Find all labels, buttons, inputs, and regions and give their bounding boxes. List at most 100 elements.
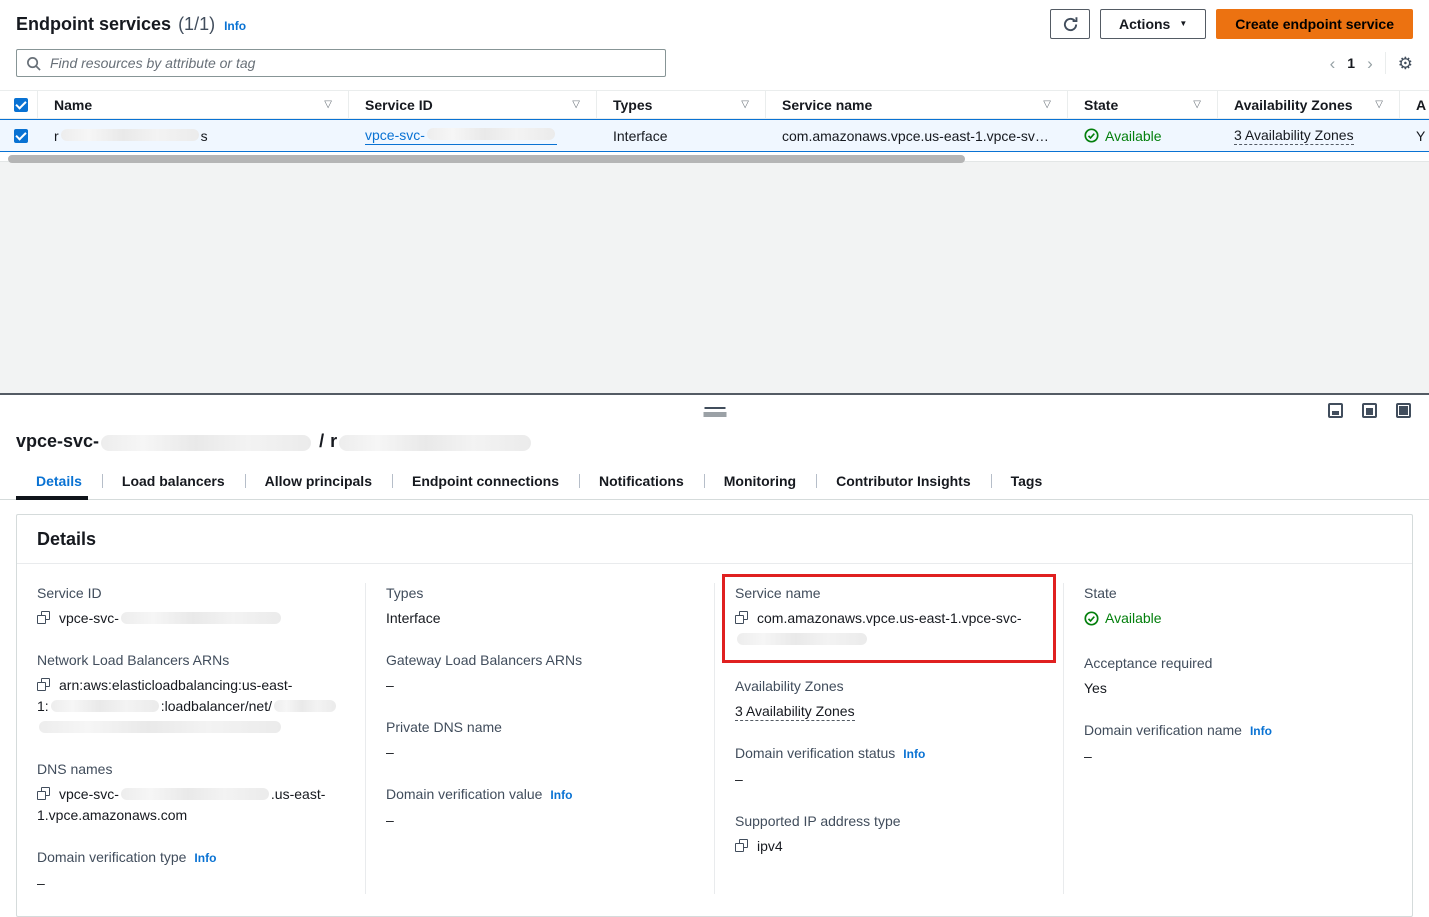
copy-icon[interactable] xyxy=(37,787,50,800)
row-name-cell: r s xyxy=(38,120,349,151)
field-value: – xyxy=(386,675,694,696)
field-value: vpce-svc- xyxy=(37,608,345,629)
resource-counter: (1/1) xyxy=(178,14,215,35)
split-panel-drag-handle[interactable] xyxy=(703,407,726,417)
field-domain-verification-name: Domain verification nameInfo – xyxy=(1084,720,1392,767)
info-link[interactable]: Info xyxy=(224,19,246,33)
dns-prefix: vpce-svc- xyxy=(59,786,119,802)
search-box[interactable] xyxy=(16,49,666,77)
redacted-service-name-tail xyxy=(737,633,867,645)
field-value: – xyxy=(1084,746,1392,767)
field-label: Service ID xyxy=(37,583,345,603)
copy-icon[interactable] xyxy=(735,611,748,624)
tab-details[interactable]: Details xyxy=(16,465,102,499)
content-background xyxy=(0,161,1429,393)
sort-icon[interactable]: ▽ xyxy=(1037,99,1051,110)
field-label: Domain verification statusInfo xyxy=(735,743,1043,764)
field-value: 3 Availability Zones xyxy=(735,701,1043,722)
copy-icon[interactable] xyxy=(37,611,50,624)
field-domain-verification-value: Domain verification valueInfo – xyxy=(386,784,694,831)
endpoint-services-list-panel: Endpoint services (1/1) Info Actions ▼ C… xyxy=(0,0,1429,161)
column-header-types-label: Types xyxy=(613,97,652,113)
column-header-service-name[interactable]: Service name ▽ xyxy=(766,91,1068,118)
field-label: DNS names xyxy=(37,759,345,779)
availability-zones-link[interactable]: 3 Availability Zones xyxy=(735,703,855,721)
row-state-cell: Available xyxy=(1068,120,1218,151)
toolbar: ‹ 1 › ⚙ xyxy=(0,49,1429,77)
panel-size-medium-icon[interactable] xyxy=(1362,403,1377,418)
column-header-availability-zones[interactable]: Availability Zones ▽ xyxy=(1218,91,1400,118)
field-acceptance-required: Acceptance required Yes xyxy=(1084,653,1392,699)
info-link[interactable]: Info xyxy=(194,851,216,865)
tab-load-balancers[interactable]: Load balancers xyxy=(102,465,245,499)
field-label: Domain verification nameInfo xyxy=(1084,720,1392,741)
field-value: – xyxy=(386,810,694,831)
sort-icon[interactable]: ▽ xyxy=(566,99,580,110)
details-column-1: Service ID vpce-svc- Network Load Balanc… xyxy=(17,583,365,894)
search-input[interactable] xyxy=(48,54,656,72)
search-icon xyxy=(26,56,41,71)
field-types: Types Interface xyxy=(386,583,694,629)
field-service-name: Service name com.amazonaws.vpce.us-east-… xyxy=(735,583,1043,650)
sort-icon[interactable]: ▽ xyxy=(318,99,332,110)
field-label: Types xyxy=(386,583,694,603)
page-title: Endpoint services xyxy=(16,14,171,35)
field-value: Interface xyxy=(386,608,694,629)
field-domain-verification-type: Domain verification typeInfo – xyxy=(37,847,345,894)
tab-tags[interactable]: Tags xyxy=(991,465,1063,499)
field-label: Domain verification valueInfo xyxy=(386,784,694,805)
copy-icon[interactable] xyxy=(735,839,748,852)
info-link[interactable]: Info xyxy=(550,788,572,802)
field-value: ipv4 xyxy=(735,836,1043,857)
tab-allow-principals[interactable]: Allow principals xyxy=(245,465,392,499)
availability-zones-link[interactable]: 3 Availability Zones xyxy=(1234,127,1354,145)
settings-gear-icon[interactable]: ⚙ xyxy=(1398,55,1413,72)
refresh-button[interactable] xyxy=(1050,9,1090,39)
field-label: Private DNS name xyxy=(386,717,694,737)
details-column-3: Service name com.amazonaws.vpce.us-east-… xyxy=(714,583,1063,894)
field-state: State Available xyxy=(1084,583,1392,632)
next-page-button[interactable]: › xyxy=(1367,55,1373,72)
column-header-service-id[interactable]: Service ID ▽ xyxy=(349,91,597,118)
nlb-arn-line2a: 1: xyxy=(37,698,49,714)
sort-icon[interactable]: ▽ xyxy=(1369,99,1383,110)
column-header-state[interactable]: State ▽ xyxy=(1068,91,1218,118)
title-group: Endpoint services (1/1) Info xyxy=(16,14,246,35)
table-row[interactable]: r s vpce-svc- Interface com.amazonaws.vp… xyxy=(0,119,1429,152)
panel-size-large-icon[interactable] xyxy=(1396,403,1411,418)
row-name-end: s xyxy=(201,128,208,144)
split-panel-size-controls xyxy=(1328,403,1411,418)
horizontal-scrollbar-thumb[interactable] xyxy=(8,155,965,163)
endpoint-services-table: Name ▽ Service ID ▽ Types ▽ Service name… xyxy=(0,90,1429,165)
current-page-number[interactable]: 1 xyxy=(1347,55,1355,71)
tab-contributor-insights[interactable]: Contributor Insights xyxy=(816,465,991,499)
sort-icon[interactable]: ▽ xyxy=(735,99,749,110)
field-label: State xyxy=(1084,583,1392,603)
redacted-service-id xyxy=(427,128,555,140)
column-header-name[interactable]: Name ▽ xyxy=(38,91,349,118)
field-value: arn:aws:elasticloadbalancing:us-east- 1:… xyxy=(37,675,345,738)
redacted-account-id xyxy=(51,700,159,712)
info-link[interactable]: Info xyxy=(903,747,925,761)
tab-endpoint-connections[interactable]: Endpoint connections xyxy=(392,465,579,499)
copy-icon[interactable] xyxy=(37,678,50,691)
info-link[interactable]: Info xyxy=(1250,724,1272,738)
service-id-link[interactable]: vpce-svc- xyxy=(365,126,557,145)
panel-size-small-icon[interactable] xyxy=(1328,403,1343,418)
actions-button[interactable]: Actions ▼ xyxy=(1100,9,1206,39)
column-header-types[interactable]: Types ▽ xyxy=(597,91,766,118)
field-value: vpce-svc-.us-east- 1.vpce.amazonaws.com xyxy=(37,784,345,826)
tab-notifications[interactable]: Notifications xyxy=(579,465,704,499)
column-header-acceptance[interactable]: A xyxy=(1400,91,1429,118)
split-panel: vpce-svc- / r Details Load balancers All… xyxy=(0,393,1429,886)
row-types-cell: Interface xyxy=(597,120,766,151)
sort-icon[interactable]: ▽ xyxy=(1187,99,1201,110)
create-endpoint-service-button[interactable]: Create endpoint service xyxy=(1216,9,1413,39)
check-circle-icon xyxy=(1084,611,1099,626)
redacted-title-name xyxy=(339,435,531,451)
row-checkbox[interactable] xyxy=(14,129,28,143)
prev-page-button[interactable]: ‹ xyxy=(1330,55,1336,72)
select-all-checkbox[interactable] xyxy=(14,98,28,112)
tab-monitoring[interactable]: Monitoring xyxy=(704,465,816,499)
row-az-cell: 3 Availability Zones xyxy=(1218,120,1400,151)
